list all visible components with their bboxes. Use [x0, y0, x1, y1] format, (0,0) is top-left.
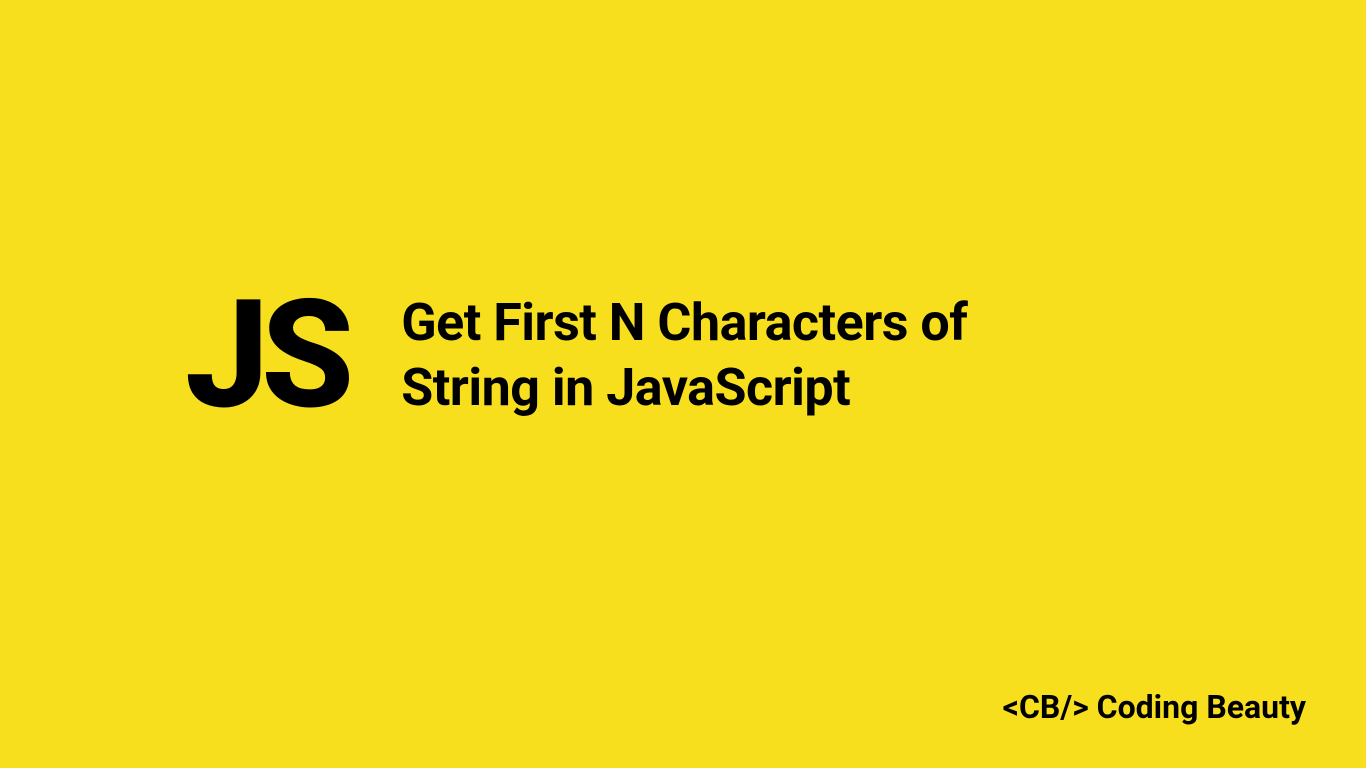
brand-signature: <CB/> Coding Beauty	[1003, 688, 1306, 726]
title-line-2: String in JavaScript	[401, 355, 967, 420]
title-line-1: Get First N Characters of	[401, 290, 967, 355]
js-logo-icon: JS	[185, 280, 346, 430]
article-title: Get First N Characters of String in Java…	[401, 290, 967, 420]
main-content: JS Get First N Characters of String in J…	[185, 280, 967, 430]
